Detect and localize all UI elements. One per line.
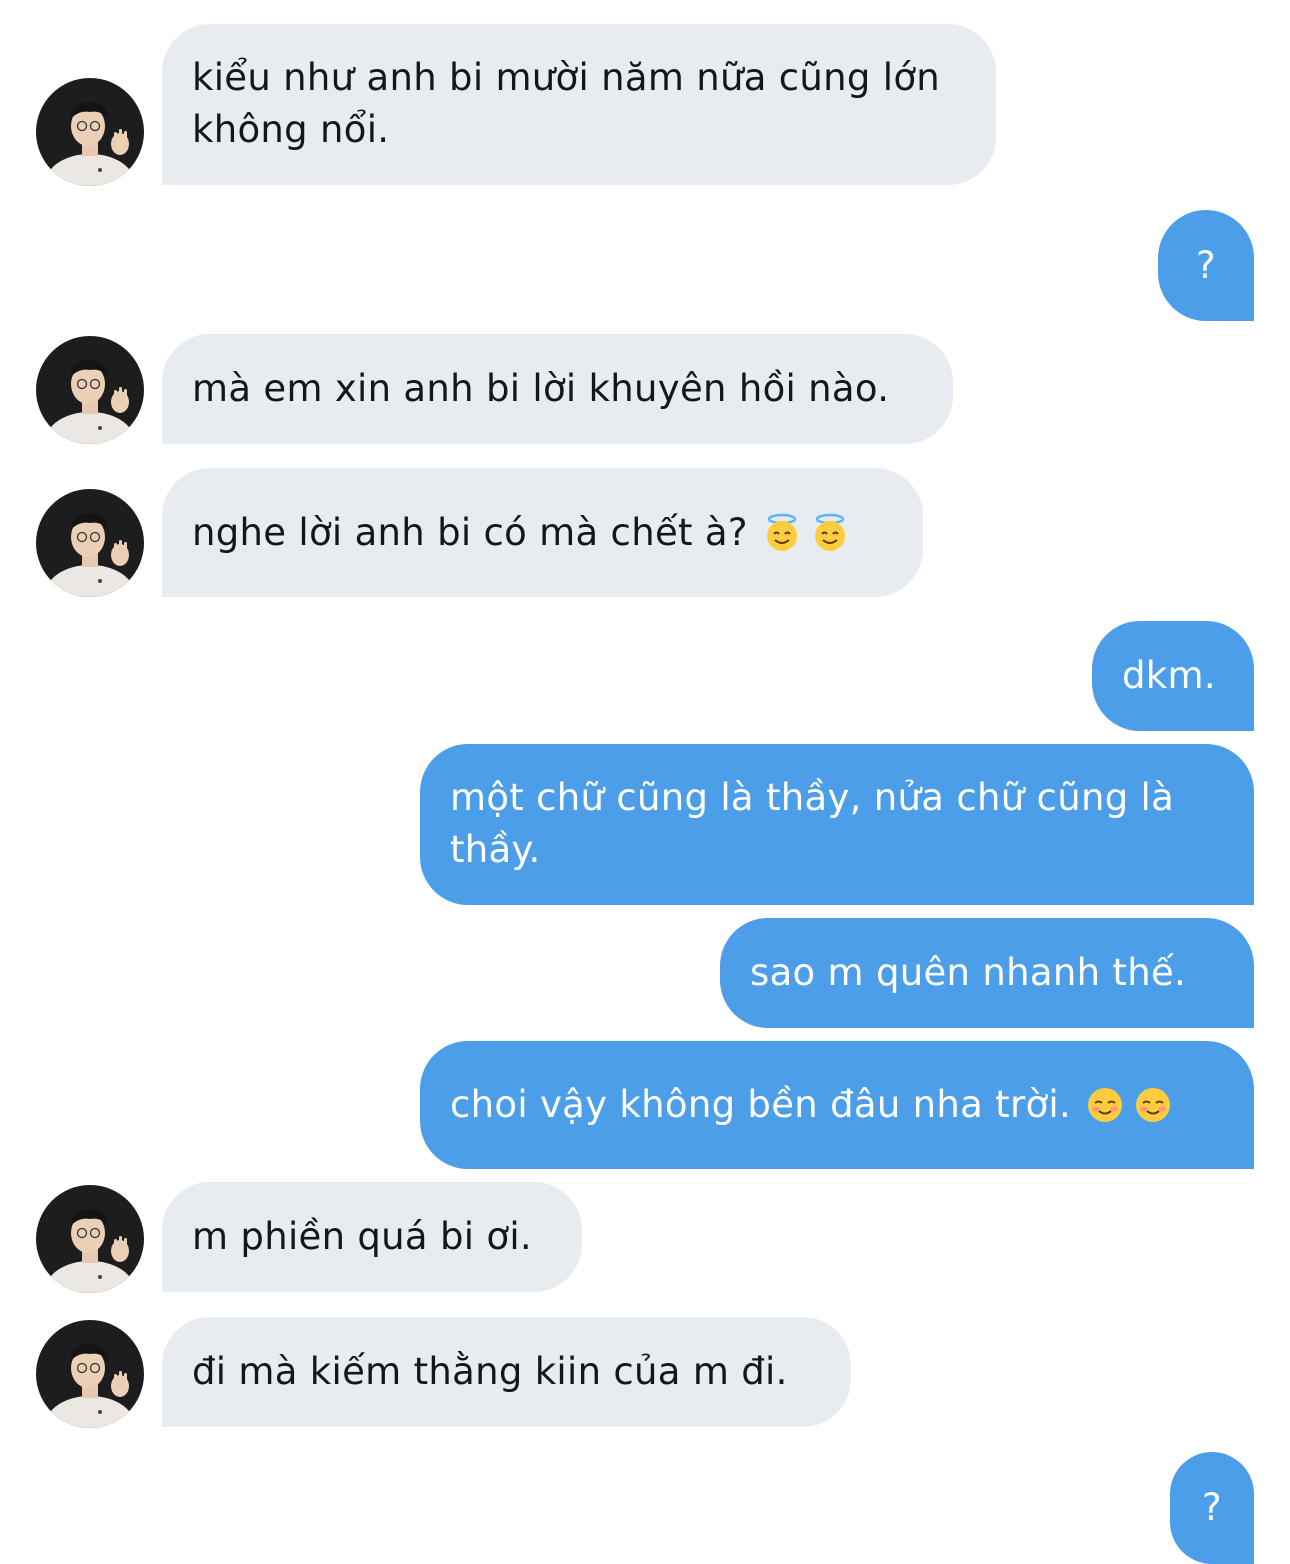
message-bubble-outgoing[interactable]: ? [1158, 210, 1254, 321]
message-bubble-incoming[interactable]: đi mà kiếm thằng kiin của m đi. [162, 1317, 851, 1427]
message-text: một chữ cũng là thầy, nửa chữ cũng là th… [450, 776, 1175, 871]
profile-photo-icon [36, 1320, 144, 1428]
message-text: dkm. [1122, 654, 1216, 697]
profile-photo-icon [36, 1185, 144, 1293]
message-text: ? [1202, 1486, 1222, 1529]
message-text: ? [1196, 243, 1216, 287]
message-text: nghe lời anh bi có mà chết à? [192, 510, 748, 554]
message-bubble-incoming[interactable]: kiểu như anh bi mười năm nữa cũng lớn kh… [162, 24, 996, 185]
message-bubble-incoming[interactable]: nghe lời anh bi có mà chết à? [162, 468, 923, 597]
message-bubble-outgoing[interactable]: một chữ cũng là thầy, nửa chữ cũng là th… [420, 744, 1254, 905]
profile-photo-icon [36, 489, 144, 597]
message-text: m phiền quá bi ơi. [192, 1215, 532, 1258]
avatar[interactable] [36, 78, 144, 186]
message-bubble-outgoing[interactable]: choi vậy không bền đâu nha trời. [420, 1041, 1254, 1169]
avatar[interactable] [36, 336, 144, 444]
message-text: choi vậy không bền đâu nha trời. [450, 1083, 1072, 1126]
message-text: đi mà kiếm thằng kiin của m đi. [192, 1350, 788, 1393]
avatar[interactable] [36, 489, 144, 597]
profile-photo-icon [36, 78, 144, 186]
message-bubble-incoming[interactable]: m phiền quá bi ơi. [162, 1182, 582, 1292]
avatar[interactable] [36, 1320, 144, 1428]
conversation-thread: kiểu như anh bi mười năm nữa cũng lớn kh… [0, 0, 1290, 1564]
message-text: kiểu như anh bi mười năm nữa cũng lớn kh… [192, 56, 941, 151]
smiling-face-icon [1085, 1085, 1125, 1125]
smiling-face-with-halo-icon [762, 513, 802, 553]
avatar[interactable] [36, 1185, 144, 1293]
message-bubble-outgoing[interactable]: ? [1170, 1452, 1254, 1564]
profile-photo-icon [36, 336, 144, 444]
message-bubble-incoming[interactable]: mà em xin anh bi lời khuyên hồi nào. [162, 334, 953, 444]
message-bubble-outgoing[interactable]: sao m quên nhanh thế. [720, 918, 1254, 1028]
message-bubble-outgoing[interactable]: dkm. [1092, 621, 1254, 731]
smiling-face-icon [1133, 1085, 1173, 1125]
smiling-face-with-halo-icon [810, 513, 850, 553]
message-text: mà em xin anh bi lời khuyên hồi nào. [192, 367, 890, 410]
message-text: sao m quên nhanh thế. [750, 951, 1187, 994]
